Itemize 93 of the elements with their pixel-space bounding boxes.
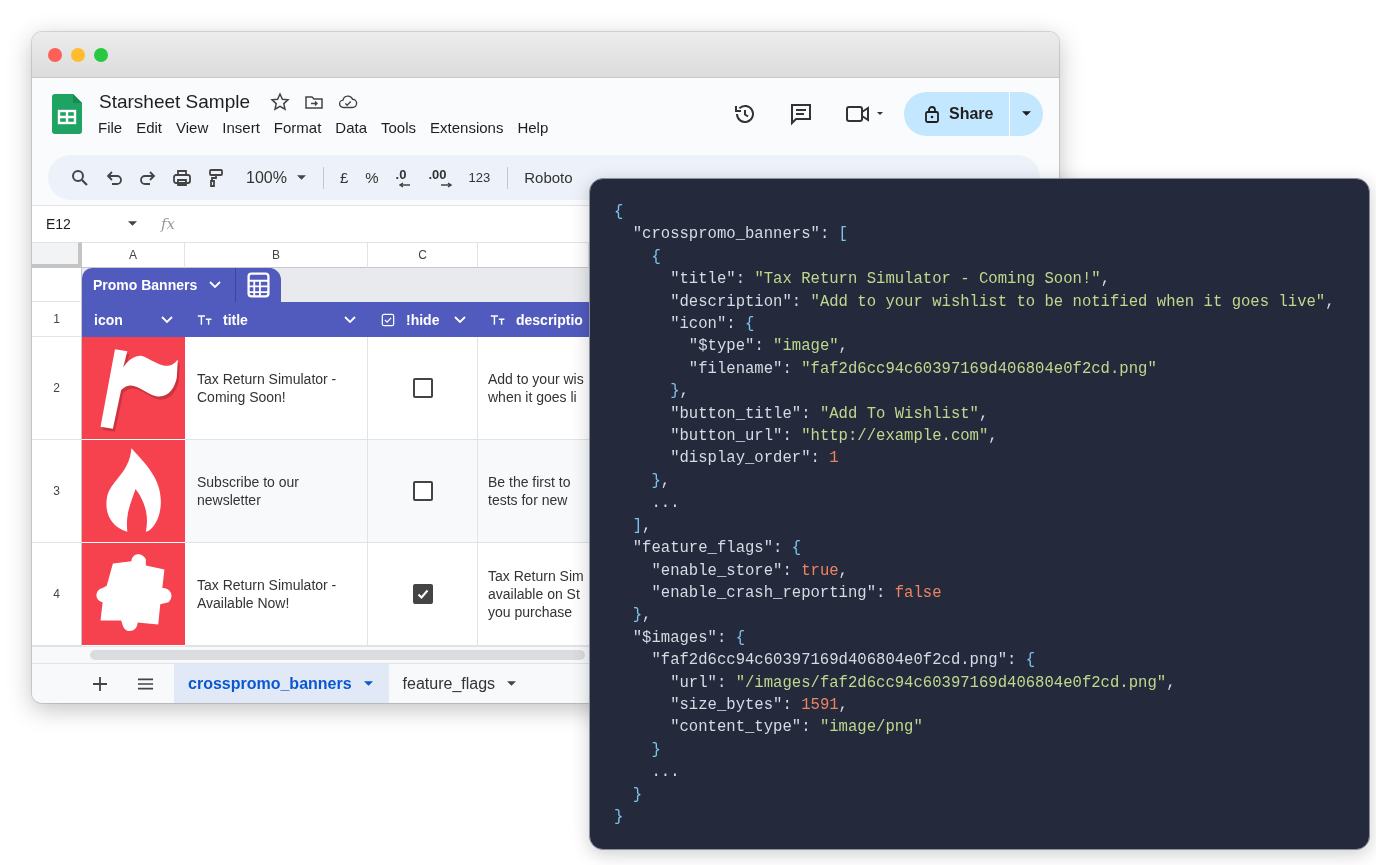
code-line: "content_type": "image/png": [669, 717, 923, 739]
code-line: "enable_crash_reporting": false: [650, 582, 942, 604]
star-icon[interactable]: [270, 91, 291, 112]
sheets-logo-icon[interactable]: [52, 94, 82, 134]
code-line: }: [614, 806, 624, 828]
checkbox-type-icon: [380, 312, 396, 327]
font-dropdown[interactable]: Roboto: [524, 169, 573, 186]
paint-format-icon[interactable]: [206, 167, 226, 188]
currency-format-button[interactable]: £: [339, 169, 349, 186]
table-cell: Subscribe to our newsletter: [185, 440, 368, 543]
code-line: },: [669, 381, 689, 403]
chevron-icon: [209, 281, 222, 289]
print-icon[interactable]: [172, 167, 192, 188]
right-arrow-icon: [439, 182, 452, 188]
share-button[interactable]: Share: [904, 92, 1043, 136]
menu-item[interactable]: Edit: [136, 116, 171, 138]
text-type-icon: [197, 312, 213, 327]
code-line: }: [650, 739, 661, 761]
code-line: "faf2d6cc94c60397169d406804e0f2cd.png": {: [650, 650, 1036, 672]
code-line: "title": "Tax Return Simulator - Coming Soon!",: [669, 269, 1110, 291]
code-line: "button_url": "http://example.com",: [669, 426, 998, 448]
field-header[interactable]: !hide: [406, 311, 440, 328]
code-line: "display_order": 1: [669, 448, 839, 470]
caret-icon[interactable]: [507, 680, 517, 687]
decrease-decimal-button[interactable]: .0: [395, 167, 412, 188]
name-box[interactable]: E12: [46, 216, 128, 232]
menu-item[interactable]: Format: [273, 116, 330, 138]
menu-item[interactable]: View: [176, 116, 217, 138]
checkbox[interactable]: [412, 481, 433, 501]
menu-item[interactable]: Data: [335, 116, 375, 138]
lock-icon: [924, 105, 940, 123]
add-sheet-icon[interactable]: [93, 676, 107, 691]
code-line: }: [631, 784, 643, 806]
table-cell: Tax Return Simulator - Available Now!: [185, 543, 368, 646]
code-line: ...: [650, 762, 680, 784]
menu-item[interactable]: Help: [517, 116, 557, 138]
text-type-icon: [490, 312, 506, 327]
sheet-tab[interactable]: feature_flags: [388, 664, 531, 703]
percent-format-button[interactable]: %: [365, 169, 379, 186]
code-line: "size_bytes": 1591,: [669, 694, 848, 716]
code-line: },: [631, 605, 652, 627]
code-line: "feature_flags": {: [631, 538, 802, 560]
code-line: "description": "Add to your wishlist to be notified when it goes live",: [669, 291, 1335, 313]
chevron-icon[interactable]: [454, 315, 466, 324]
code-line: "enable_store": true,: [650, 560, 848, 582]
checkbox[interactable]: [412, 584, 433, 604]
caret-icon[interactable]: [128, 221, 137, 227]
row-number[interactable]: 4: [32, 543, 82, 646]
field-header[interactable]: title: [223, 311, 248, 328]
formula-label: fx: [161, 215, 175, 233]
code-line: "$type": "image",: [687, 336, 848, 358]
code-line: "button_title": "Add To Wishlist",: [669, 403, 989, 425]
row-number[interactable]: 2: [32, 337, 82, 440]
code-line: "crosspromo_banners": [: [631, 224, 848, 246]
column-header[interactable]: C: [368, 242, 478, 268]
caret-icon[interactable]: [1022, 111, 1032, 117]
code-line: {: [614, 202, 624, 223]
menu-item[interactable]: Tools: [381, 116, 425, 138]
code-line: "filename": "faf2d6cc94c60397169d406804e0f2cd.png": [687, 358, 1157, 380]
chevron-icon[interactable]: [344, 315, 356, 324]
caret-icon: [296, 174, 306, 181]
comment-icon[interactable]: [789, 102, 813, 126]
menu-item[interactable]: Extensions: [430, 116, 512, 138]
row-number[interactable]: 3: [32, 440, 82, 543]
history-icon[interactable]: [733, 102, 757, 126]
chevron-icon[interactable]: [161, 315, 173, 324]
code-line: "url": "/images/faf2d6cc94c60397169d406804e0f2cd.png",: [669, 672, 1176, 694]
row-number[interactable]: 1: [32, 302, 82, 337]
increase-decimal-button[interactable]: .00: [428, 167, 452, 188]
code-line: ...: [650, 493, 680, 515]
table-cell: Be the first to tests for new: [478, 440, 589, 543]
code-line: "$images": {: [631, 627, 745, 649]
code-line: ],: [631, 515, 652, 537]
table-name-chip[interactable]: Promo Banners: [82, 268, 236, 302]
zoom-dropdown[interactable]: 100%: [246, 168, 306, 187]
table-cell: Tax Return Simulator - Coming Soon!: [185, 337, 368, 440]
checkbox[interactable]: [412, 378, 433, 398]
column-header[interactable]: A: [82, 242, 185, 268]
document-title[interactable]: Starsheet Sample: [99, 90, 251, 113]
code-line: {: [650, 246, 661, 268]
code-line: },: [650, 470, 671, 492]
menu-item[interactable]: Insert: [222, 116, 268, 138]
number-format-button[interactable]: 123: [468, 170, 491, 185]
search-icon[interactable]: [70, 167, 90, 188]
table-name: Promo Banners: [93, 277, 198, 293]
left-arrow-icon: [399, 182, 412, 188]
menu-icon[interactable]: [137, 676, 154, 691]
code-line: "icon": {: [669, 314, 755, 336]
table-calculator-icon[interactable]: [236, 268, 281, 302]
field-header[interactable]: icon: [94, 311, 123, 328]
column-header[interactable]: B: [185, 242, 368, 268]
sheet-tab[interactable]: crosspromo_banners: [174, 664, 389, 703]
menu-item[interactable]: File: [98, 116, 131, 138]
